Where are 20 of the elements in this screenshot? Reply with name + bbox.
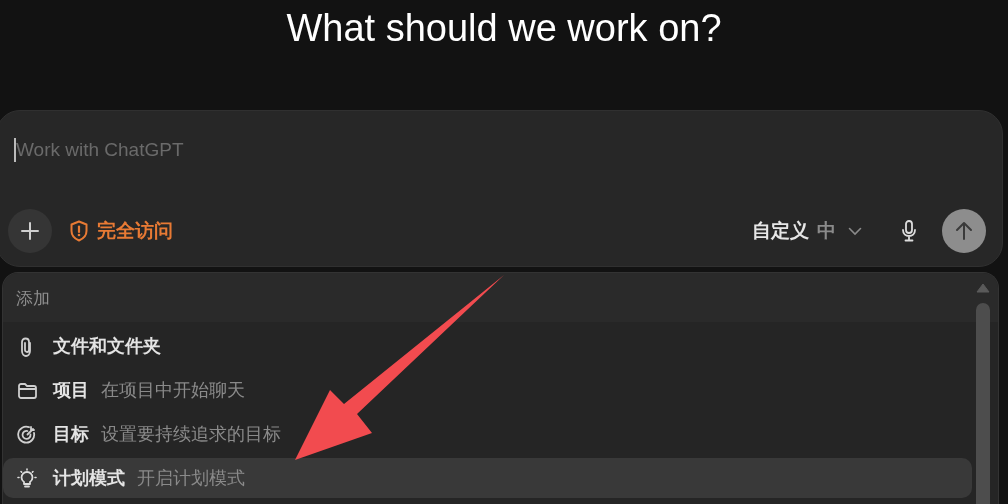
- warning-shield-icon: [69, 220, 89, 242]
- add-button[interactable]: [8, 209, 52, 253]
- page-heading: What should we work on?: [286, 6, 722, 51]
- lightbulb-icon: [17, 467, 37, 489]
- prompt-field[interactable]: Work with ChatGPT: [16, 137, 616, 163]
- arrow-up-icon: [955, 221, 973, 241]
- plus-icon: [20, 221, 40, 241]
- microphone-icon: [901, 220, 917, 242]
- chevron-down-icon: [848, 226, 862, 236]
- menu-section-header: 添加: [16, 287, 50, 310]
- menu-item[interactable]: 文件和文件夹: [3, 326, 972, 366]
- menu-item[interactable]: 项目 在项目中开始聊天: [3, 370, 972, 410]
- text-cursor: [14, 138, 16, 162]
- full-access-button[interactable]: 完全访问: [69, 216, 173, 246]
- target-icon: [17, 423, 37, 445]
- menu-item[interactable]: 目标 设置要持续追求的目标: [3, 414, 972, 454]
- menu-item[interactable]: 计划模式 开启计划模式: [3, 458, 972, 498]
- model-selector[interactable]: 自定义 中: [752, 216, 862, 246]
- send-button[interactable]: [942, 209, 986, 253]
- scroll-up-icon: [976, 283, 990, 293]
